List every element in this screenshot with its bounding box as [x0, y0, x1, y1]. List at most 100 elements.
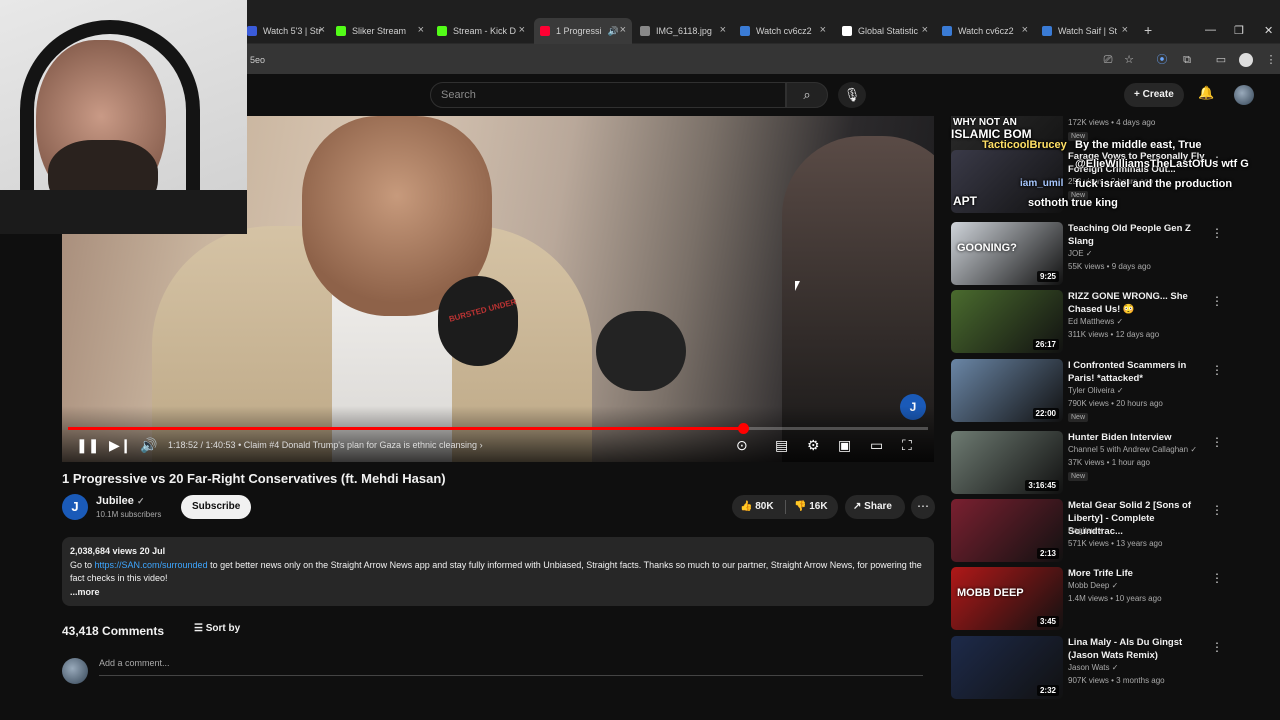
recommendation-item[interactable]: 2:32 Lina Maly - Als Du Gingst (Jason Wat…: [951, 636, 1280, 700]
sort-by-button[interactable]: ☰ Sort by: [194, 623, 240, 634]
video-title[interactable]: Teaching Old People Gen Z Slang: [1068, 222, 1208, 248]
channel-name[interactable]: Tyler Oliveira ✓: [1068, 386, 1124, 395]
video-thumbnail[interactable]: 2:13: [951, 499, 1063, 562]
browser-tab[interactable]: Watch cv6cz2 ×: [942, 18, 1034, 44]
more-options-icon[interactable]: ⋮: [1211, 363, 1223, 377]
account-avatar[interactable]: [1234, 85, 1254, 105]
time-chapter-display[interactable]: 1:18:52 / 1:40:53 • Claim #4 Donald Trum…: [168, 440, 483, 450]
channel-name[interactable]: Mobb Deep ✓: [1068, 581, 1118, 590]
more-options-icon[interactable]: ⋮: [1211, 226, 1223, 240]
audio-playing-icon[interactable]: 🔊: [608, 26, 619, 37]
tab-close-icon[interactable]: ×: [519, 24, 525, 36]
restore-button[interactable]: ❐: [1234, 24, 1244, 37]
video-title[interactable]: Hunter Biden Interview: [1068, 431, 1208, 444]
video-thumbnail[interactable]: 26:17: [951, 290, 1063, 353]
minimize-button[interactable]: —: [1205, 24, 1216, 36]
description-box[interactable]: 2,038,684 views 20 Jul Go to https://SAN…: [62, 537, 934, 606]
tab-favicon-icon: [247, 26, 257, 36]
streamer-shirt: [0, 190, 247, 234]
video-thumbnail[interactable]: 22:00: [951, 359, 1063, 422]
channel-name[interactable]: Jason Wats ✓: [1068, 663, 1118, 672]
new-tab-button[interactable]: +: [1144, 22, 1152, 38]
channel-name[interactable]: Ragitsu ✓: [1068, 526, 1104, 535]
video-title[interactable]: Lina Maly - Als Du Gingst (Jason Wats Re…: [1068, 636, 1208, 662]
mouse-cursor: [795, 281, 800, 291]
progress-bar[interactable]: [68, 423, 928, 434]
volume-icon[interactable]: 🔊: [140, 436, 157, 454]
pause-button[interactable]: ❚❚: [76, 436, 99, 454]
close-window-button[interactable]: ✕: [1264, 24, 1273, 37]
extension-icon[interactable]: ⦿: [1155, 53, 1169, 67]
commenter-avatar: [62, 658, 88, 684]
browser-tab[interactable]: Watch 5'3 | Str ×: [247, 18, 331, 44]
notifications-bell-icon[interactable]: 🔔: [1198, 85, 1214, 101]
miniplayer-button[interactable]: ▣: [838, 436, 851, 454]
video-thumbnail[interactable]: 2:32: [951, 636, 1063, 699]
fullscreen-button[interactable]: ⛶: [902, 436, 912, 454]
tab-close-icon[interactable]: ×: [720, 24, 726, 36]
recommendation-item[interactable]: 22:00 I Confronted Scammers in Paris! *at…: [951, 359, 1280, 423]
video-thumbnail[interactable]: 3:16:45: [951, 431, 1063, 494]
subtitles-button[interactable]: ▤: [775, 436, 788, 454]
tab-close-icon[interactable]: ×: [418, 24, 424, 36]
next-button[interactable]: ▶❙: [109, 436, 132, 454]
browser-tab[interactable]: Sliker Stream ×: [336, 18, 430, 44]
channel-avatar[interactable]: J: [62, 494, 88, 520]
browser-menu-icon[interactable]: ⋮: [1264, 53, 1278, 67]
recommendation-item[interactable]: 2:13 Metal Gear Solid 2 [Sons of Liberty]…: [951, 499, 1280, 563]
tab-close-icon[interactable]: ×: [820, 24, 826, 36]
settings-gear-icon[interactable]: ⚙: [807, 436, 820, 454]
tab-close-icon[interactable]: ×: [1122, 24, 1128, 36]
tab-close-icon[interactable]: ×: [620, 24, 626, 36]
recommendation-item[interactable]: 26:17 RIZZ GONE WRONG... She Chased Us! 😳…: [951, 290, 1280, 354]
tab-close-icon[interactable]: ×: [319, 24, 325, 36]
browser-tab-active[interactable]: 1 Progressi 🔊 ×: [534, 18, 632, 44]
create-button[interactable]: + Create: [1124, 83, 1184, 107]
recommendation-item[interactable]: MOBB DEEP 3:45 More Trife Life Mobb Deep ✓ 1…: [951, 567, 1280, 631]
bookmark-star-icon[interactable]: ☆: [1122, 53, 1136, 67]
browser-tab[interactable]: IMG_6118.jpg ×: [640, 18, 732, 44]
more-options-icon[interactable]: ⋮: [1211, 571, 1223, 585]
video-title[interactable]: I Confronted Scammers in Paris! *attacke…: [1068, 359, 1208, 385]
more-actions-button[interactable]: ⋯: [911, 495, 935, 519]
voice-search-button[interactable]: 🎙: [838, 82, 866, 108]
autoplay-toggle[interactable]: ⊙: [736, 436, 748, 454]
channel-name[interactable]: Ed Matthews ✓: [1068, 317, 1123, 326]
channel-name[interactable]: JOE ✓: [1068, 249, 1093, 258]
subscribe-button[interactable]: Subscribe: [181, 495, 252, 519]
streamer-webcam: [0, 0, 247, 234]
dislike-button[interactable]: 👎 16K: [794, 501, 828, 512]
theater-mode-button[interactable]: ▭: [870, 436, 883, 454]
search-button[interactable]: ⌕: [786, 82, 828, 108]
channel-name[interactable]: Jubilee ✓: [96, 495, 145, 507]
browser-tab[interactable]: Global Statistic ×: [842, 18, 934, 44]
add-comment-input[interactable]: Add a comment...: [99, 658, 923, 676]
browser-tab[interactable]: Stream - Kick D ×: [437, 18, 531, 44]
more-options-icon[interactable]: ⋮: [1211, 294, 1223, 308]
description-link[interactable]: https://SAN.com/surrounded: [95, 560, 208, 570]
sidebar-icon[interactable]: ▭: [1214, 53, 1228, 67]
cast-icon[interactable]: ⎚: [1101, 53, 1115, 67]
share-button[interactable]: ↗ Share: [845, 495, 905, 519]
recommendation-item[interactable]: GOONING? 9:25 Teaching Old People Gen Z Sl…: [951, 222, 1280, 286]
more-options-icon[interactable]: ⋮: [1211, 640, 1223, 654]
extensions-puzzle-icon[interactable]: ⧉: [1180, 53, 1194, 67]
browser-tab[interactable]: Watch cv6cz2 ×: [740, 18, 832, 44]
more-options-icon[interactable]: ⋮: [1211, 435, 1223, 449]
recommendation-item[interactable]: 3:16:45 Hunter Biden Interview Channel 5 w…: [951, 431, 1280, 495]
like-button[interactable]: 👍 80K: [740, 501, 774, 512]
profile-icon[interactable]: [1239, 53, 1253, 67]
video-thumbnail[interactable]: MOBB DEEP 3:45: [951, 567, 1063, 630]
tab-close-icon[interactable]: ×: [1022, 24, 1028, 36]
more-options-icon[interactable]: ⋮: [1211, 503, 1223, 517]
url-field[interactable]: 5eo: [250, 55, 265, 65]
video-title[interactable]: RIZZ GONE WRONG... She Chased Us! 😳: [1068, 290, 1208, 316]
video-thumbnail[interactable]: GOONING? 9:25: [951, 222, 1063, 285]
search-input[interactable]: Search: [430, 82, 786, 108]
browser-tab[interactable]: Watch Saif | St ×: [1042, 18, 1134, 44]
tab-close-icon[interactable]: ×: [922, 24, 928, 36]
new-badge: New: [1068, 413, 1089, 422]
show-more-link[interactable]: ...more: [70, 586, 926, 600]
channel-name[interactable]: Channel 5 with Andrew Callaghan ✓: [1068, 445, 1197, 454]
video-title[interactable]: More Trife Life: [1068, 567, 1208, 580]
